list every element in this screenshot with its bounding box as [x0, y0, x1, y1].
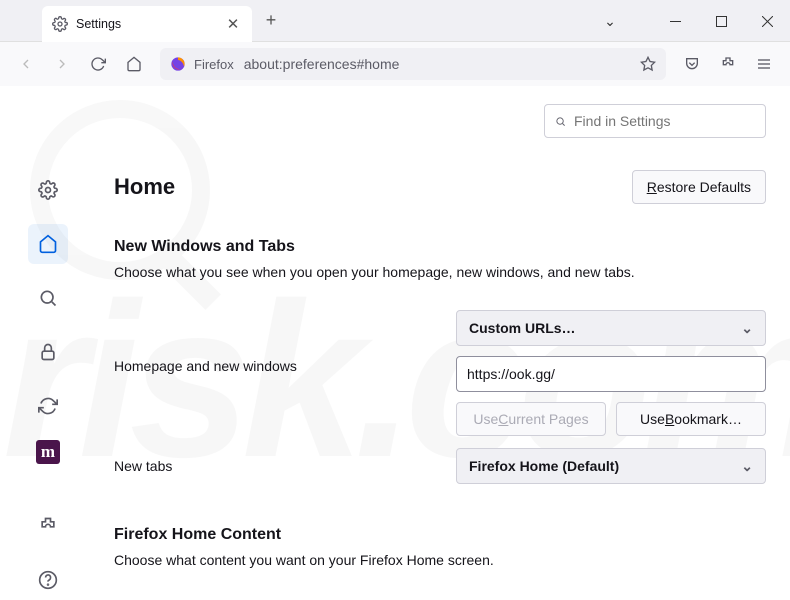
find-in-settings-input[interactable] [574, 113, 755, 129]
tabs-dropdown-button[interactable]: ⌄ [592, 13, 628, 30]
window-minimize-button[interactable] [652, 0, 698, 42]
sidebar-item-extensions[interactable] [28, 506, 68, 546]
chevron-down-icon: ⌄ [741, 458, 753, 475]
use-bookmark-button[interactable]: Use Bookmark… [616, 402, 766, 436]
section-heading-windows-tabs: New Windows and Tabs [114, 238, 766, 256]
tab-close-button[interactable]: ✕ [224, 15, 242, 33]
content: m Home Restore Defaults New Windows and … [0, 86, 790, 600]
find-in-settings[interactable] [544, 104, 766, 138]
section-desc-home-content: Choose what content you want on your Fir… [114, 552, 766, 568]
tab-title: Settings [76, 17, 216, 31]
section-desc-windows-tabs: Choose what you see when you open your h… [114, 264, 766, 280]
bookmark-star-icon[interactable] [640, 56, 656, 72]
sidebar-item-sync[interactable] [28, 386, 68, 426]
newtabs-mode-select[interactable]: Firefox Home (Default) ⌄ [456, 448, 766, 484]
sidebar-item-help[interactable] [28, 560, 68, 600]
url-text: about:preferences#home [244, 56, 632, 72]
window-close-button[interactable] [744, 0, 790, 42]
settings-sidebar: m [0, 86, 96, 600]
sidebar-item-privacy[interactable] [28, 332, 68, 372]
page-title: Home [114, 174, 175, 200]
section-heading-home-content: Firefox Home Content [114, 526, 766, 544]
app-menu-button[interactable] [748, 48, 780, 80]
firefox-logo-icon [170, 56, 186, 72]
sidebar-item-extension-m[interactable]: m [36, 440, 60, 464]
search-icon [555, 114, 566, 129]
settings-main: Home Restore Defaults New Windows and Ta… [96, 86, 790, 600]
homepage-mode-select[interactable]: Custom URLs… ⌄ [456, 310, 766, 346]
chevron-down-icon: ⌄ [741, 320, 753, 337]
window-controls: ⌄ [592, 0, 790, 42]
extensions-button[interactable] [712, 48, 744, 80]
forward-button[interactable] [46, 48, 78, 80]
homepage-label: Homepage and new windows [114, 310, 444, 374]
homepage-mode-value: Custom URLs… [469, 320, 576, 336]
pocket-button[interactable] [676, 48, 708, 80]
sidebar-item-general[interactable] [28, 170, 68, 210]
address-bar[interactable]: Firefox about:preferences#home [160, 48, 666, 80]
window-maximize-button[interactable] [698, 0, 744, 42]
identity-label: Firefox [194, 57, 234, 72]
gear-icon [52, 16, 68, 32]
titlebar: Settings ✕ + ⌄ [0, 0, 790, 42]
restore-defaults-button[interactable]: Restore Defaults [632, 170, 766, 204]
homepage-url-input[interactable] [456, 356, 766, 392]
browser-tab[interactable]: Settings ✕ [42, 6, 252, 42]
use-current-pages-button[interactable]: Use Current Pages [456, 402, 606, 436]
toolbar: Firefox about:preferences#home [0, 42, 790, 86]
back-button[interactable] [10, 48, 42, 80]
new-tab-button[interactable]: + [256, 6, 286, 36]
sidebar-item-search[interactable] [28, 278, 68, 318]
newtabs-mode-value: Firefox Home (Default) [469, 458, 619, 474]
newtabs-label: New tabs [114, 458, 444, 474]
home-button[interactable] [118, 48, 150, 80]
sidebar-item-home[interactable] [28, 224, 68, 264]
reload-button[interactable] [82, 48, 114, 80]
